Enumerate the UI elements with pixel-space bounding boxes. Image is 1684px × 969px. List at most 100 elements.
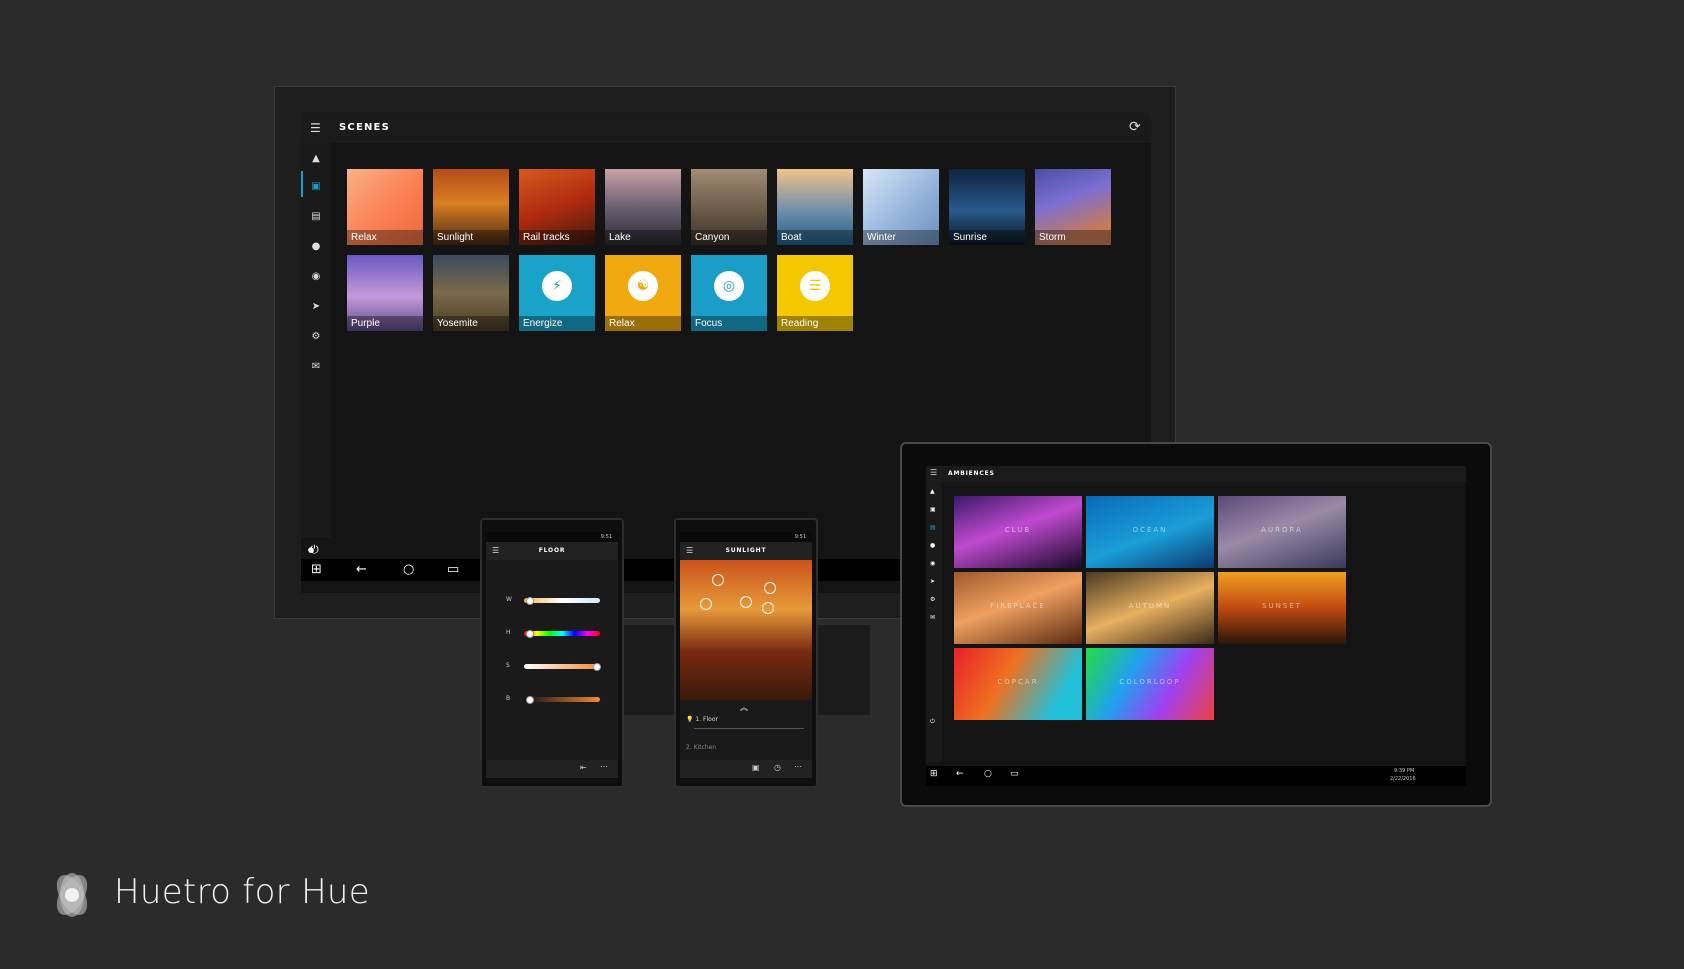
more-icon[interactable]: ⋯ [794, 762, 802, 771]
scenes-icon[interactable]: ▣ [309, 179, 323, 193]
clock-icon[interactable]: ● [309, 239, 323, 253]
scene-tile[interactable]: ⚡ Energize [519, 255, 595, 331]
status-bar: 9:51 [486, 532, 618, 542]
slider-knob[interactable] [525, 696, 534, 704]
clock-date: 2/22/2016 [1390, 776, 1416, 782]
sign-in-icon[interactable]: ⇤ [580, 763, 587, 772]
title-bar: ☰ SCENES ⟳ [301, 113, 1151, 143]
scene-tile[interactable]: ☰ Reading [777, 255, 853, 331]
brightness-slider[interactable] [694, 728, 804, 729]
phone-sunlight: 9:51 ☰ SUNLIGHT ︽ 💡 1. Floor 2. Kitchen … [674, 518, 818, 788]
slider-knob[interactable] [525, 630, 534, 638]
ambience-tile[interactable]: COLORLOOP [1086, 648, 1214, 720]
slider-white[interactable]: W [506, 596, 616, 605]
mail-icon[interactable]: ✉ [930, 614, 935, 621]
hamburger-menu-icon[interactable]: ☰ [930, 468, 937, 477]
brand-name: Huetro for Hue [114, 872, 370, 912]
lights-icon[interactable]: ▲ [930, 488, 935, 495]
light-marker-icon[interactable] [764, 582, 776, 594]
slider-saturation[interactable]: S [506, 662, 616, 671]
app-bar: ⇤ ⋯ [486, 760, 618, 778]
palette-icon[interactable]: ◉ [930, 560, 935, 567]
light-list-item[interactable]: 💡 1. Floor [686, 716, 718, 723]
back-icon[interactable]: ← [356, 562, 367, 577]
phone-header: ☰ FLOOR [486, 542, 618, 560]
windows-start-icon[interactable]: ⊞ [930, 769, 938, 779]
sidebar: ▲ ▣ ▤ ● ◉ ➤ ⚙ ✉ [301, 143, 331, 538]
ambience-tile[interactable]: SUNSET [1218, 572, 1346, 644]
palette-icon[interactable]: ◉ [309, 269, 323, 283]
ambiences-icon[interactable]: ▤ [930, 524, 936, 531]
phone-screen: 9:51 ☰ SUNLIGHT ︽ 💡 1. Floor 2. Kitchen … [680, 532, 812, 778]
phone-screen: 9:51 ☰ FLOOR W H S B ⇤ ⋯ [486, 532, 618, 778]
settings-icon[interactable]: ⚙ [930, 596, 935, 603]
ambience-tile[interactable]: OCEAN [1086, 496, 1214, 568]
light-marker-icon[interactable] [712, 574, 724, 586]
scene-tile[interactable]: Yosemite [433, 255, 509, 331]
active-indicator [301, 171, 303, 197]
phone-floor: 9:51 ☰ FLOOR W H S B ⇤ ⋯ [480, 518, 624, 788]
reading-icon: ☰ [800, 271, 830, 301]
settings-icon[interactable]: ⚙ [309, 329, 323, 343]
scene-tile[interactable]: Rail tracks [519, 169, 595, 245]
scenes-icon[interactable]: ▣ [930, 506, 936, 513]
task-view-icon[interactable]: ▭ [447, 562, 459, 577]
scene-tile[interactable]: ☯ Relax [605, 255, 681, 331]
timer-icon[interactable]: ◷ [774, 763, 781, 772]
title-bar: ☰ AMBIENCES [926, 466, 1466, 482]
light-marker-icon[interactable] [762, 602, 774, 614]
page-title: SCENES [339, 122, 390, 133]
app-bar: ▣ ◷ ⋯ [680, 760, 812, 778]
search-circle-icon[interactable]: ○ [984, 769, 992, 779]
location-icon[interactable]: ➤ [309, 299, 323, 313]
light-list-item[interactable]: 2. Kitchen [686, 744, 716, 751]
scene-tile[interactable]: Purple [347, 255, 423, 331]
tablet: ☰ AMBIENCES ▲ ▣ ▤ ● ◉ ➤ ⚙ ✉ ⏻ CLUB OCEAN… [900, 442, 1492, 807]
search-circle-icon[interactable]: ○ [403, 562, 414, 577]
clock-icon[interactable]: ● [930, 542, 935, 549]
slider-knob[interactable] [525, 597, 534, 605]
ambience-tile[interactable]: AURORA [1218, 496, 1346, 568]
ambience-tile[interactable]: CLUB [954, 496, 1082, 568]
scene-tile[interactable]: Relax [347, 169, 423, 245]
scene-tile[interactable]: Canyon [691, 169, 767, 245]
slider-brightness[interactable]: B [506, 695, 616, 704]
scene-image [680, 560, 812, 700]
scene-tile[interactable]: ◎ Focus [691, 255, 767, 331]
ambience-tile[interactable]: AUTUMN [1086, 572, 1214, 644]
back-icon[interactable]: ← [956, 769, 964, 779]
phone-title: FLOOR [538, 547, 566, 554]
lights-icon[interactable]: ▲ [309, 151, 323, 165]
scene-tile[interactable]: Sunrise [949, 169, 1025, 245]
mail-icon[interactable]: ✉ [309, 359, 323, 373]
location-icon[interactable]: ➤ [930, 578, 935, 585]
scene-tile[interactable]: Lake [605, 169, 681, 245]
status-bar: 9:51 [680, 532, 812, 542]
light-marker-icon[interactable] [700, 598, 712, 610]
slider-knob[interactable] [592, 663, 601, 671]
ambience-tile[interactable]: COPCAR [954, 648, 1082, 720]
chevron-up-icon[interactable]: ︽ [740, 702, 748, 713]
hamburger-menu-icon[interactable]: ☰ [310, 121, 321, 135]
huetro-logo-icon [56, 873, 88, 917]
power-icon[interactable]: ⏻ [301, 541, 331, 559]
refresh-icon[interactable]: ⟳ [1129, 119, 1141, 135]
task-view-icon[interactable]: ▭ [1010, 769, 1019, 779]
bulb-icon: 💡 [686, 716, 694, 723]
tablet-app-window: ☰ AMBIENCES ▲ ▣ ▤ ● ◉ ➤ ⚙ ✉ ⏻ CLUB OCEAN… [926, 466, 1466, 786]
ambiences-icon[interactable]: ▤ [309, 209, 323, 223]
light-marker-icon[interactable] [740, 596, 752, 608]
save-icon[interactable]: ▣ [752, 763, 760, 772]
sidebar: ▲ ▣ ▤ ● ◉ ➤ ⚙ ✉ ⏻ [926, 482, 942, 762]
scene-tile[interactable]: Winter [863, 169, 939, 245]
power-icon[interactable]: ⏻ [930, 718, 935, 726]
scene-tile[interactable]: Sunlight [433, 169, 509, 245]
bridge-connection-icon: ⏺ [308, 543, 315, 557]
scene-tile[interactable]: Boat [777, 169, 853, 245]
more-icon[interactable]: ⋯ [600, 762, 608, 771]
ambience-tile[interactable]: FIREPLACE [954, 572, 1082, 644]
slider-hue[interactable]: H [506, 629, 616, 638]
windows-start-icon[interactable]: ⊞ [311, 562, 322, 577]
yin-yang-icon: ☯ [628, 271, 658, 301]
scene-tile[interactable]: Storm [1035, 169, 1111, 245]
